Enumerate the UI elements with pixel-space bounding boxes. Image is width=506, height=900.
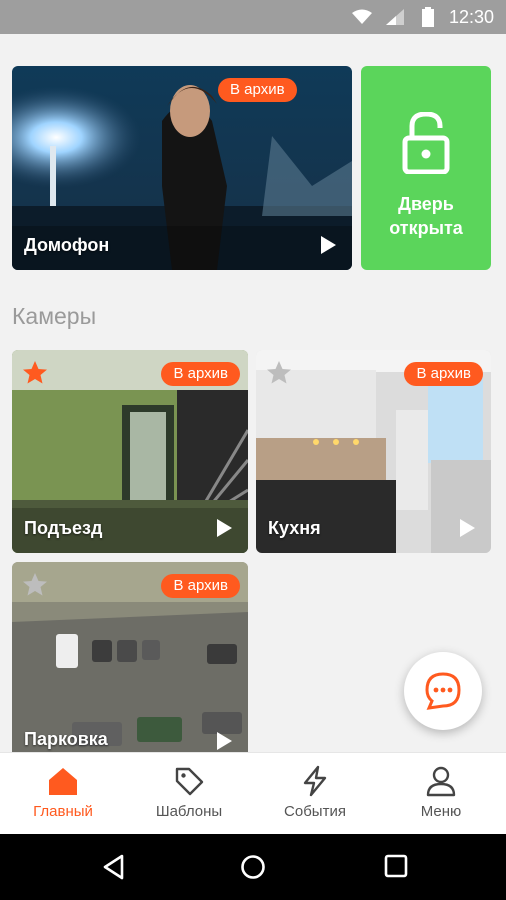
nav-label: Меню xyxy=(420,803,462,820)
archive-badge[interactable]: В архив xyxy=(404,362,483,386)
chat-icon xyxy=(425,672,461,710)
play-icon[interactable] xyxy=(217,519,232,537)
camera-label: Кухня xyxy=(268,518,321,538)
camera-card-entrance[interactable]: В архив Подъезд xyxy=(12,350,248,553)
battery-icon xyxy=(422,7,434,27)
cameras-section-title: Камеры xyxy=(12,303,97,329)
favorite-star-icon[interactable] xyxy=(22,572,48,596)
play-icon[interactable] xyxy=(217,732,232,750)
unlocked-icon xyxy=(402,112,450,174)
nav-label: Главный xyxy=(33,803,93,820)
camera-label: Парковка xyxy=(24,729,108,749)
home-icon xyxy=(49,768,77,795)
lightning-icon xyxy=(303,765,327,797)
archive-badge[interactable]: В архив xyxy=(161,362,240,386)
recents-icon[interactable] xyxy=(384,854,408,878)
play-icon[interactable] xyxy=(460,519,475,537)
status-bar: 12:30 xyxy=(0,0,506,34)
bottom-navigation: Главный Шаблоны События Меню xyxy=(0,752,506,834)
status-time: 12:30 xyxy=(448,7,494,27)
nav-label: События xyxy=(284,803,346,820)
intercom-label: Домофон xyxy=(24,235,110,255)
chat-button[interactable] xyxy=(404,652,482,730)
archive-badge[interactable]: В архив xyxy=(161,574,240,598)
back-icon[interactable] xyxy=(102,854,126,880)
play-icon[interactable] xyxy=(321,236,336,254)
door-status-line1: Дверь xyxy=(398,194,454,214)
camera-label: Подъезд xyxy=(24,518,103,538)
wifi-icon xyxy=(352,9,372,24)
favorite-star-icon[interactable] xyxy=(266,360,292,384)
camera-card-parking[interactable]: В архив Парковка xyxy=(12,562,248,752)
intercom-card[interactable]: В архив Домофон xyxy=(12,66,352,270)
nav-events[interactable]: События xyxy=(252,753,378,835)
nav-label: Шаблоны xyxy=(155,803,223,820)
camera-card-kitchen[interactable]: В архив Кухня xyxy=(256,350,491,553)
system-navigation-bar xyxy=(0,834,506,900)
door-open-card[interactable]: Дверь открыта xyxy=(361,66,491,270)
nav-home[interactable]: Главный xyxy=(0,753,126,835)
tag-icon xyxy=(175,767,204,796)
home-circle-icon[interactable] xyxy=(240,854,266,880)
nav-templates[interactable]: Шаблоны xyxy=(126,753,252,835)
door-status-line2: открыта xyxy=(389,218,463,238)
nav-menu[interactable]: Меню xyxy=(378,753,504,835)
user-icon xyxy=(426,766,456,797)
signal-icon xyxy=(386,9,404,25)
favorite-star-icon[interactable] xyxy=(22,360,48,384)
archive-badge[interactable]: В архив xyxy=(218,78,297,102)
